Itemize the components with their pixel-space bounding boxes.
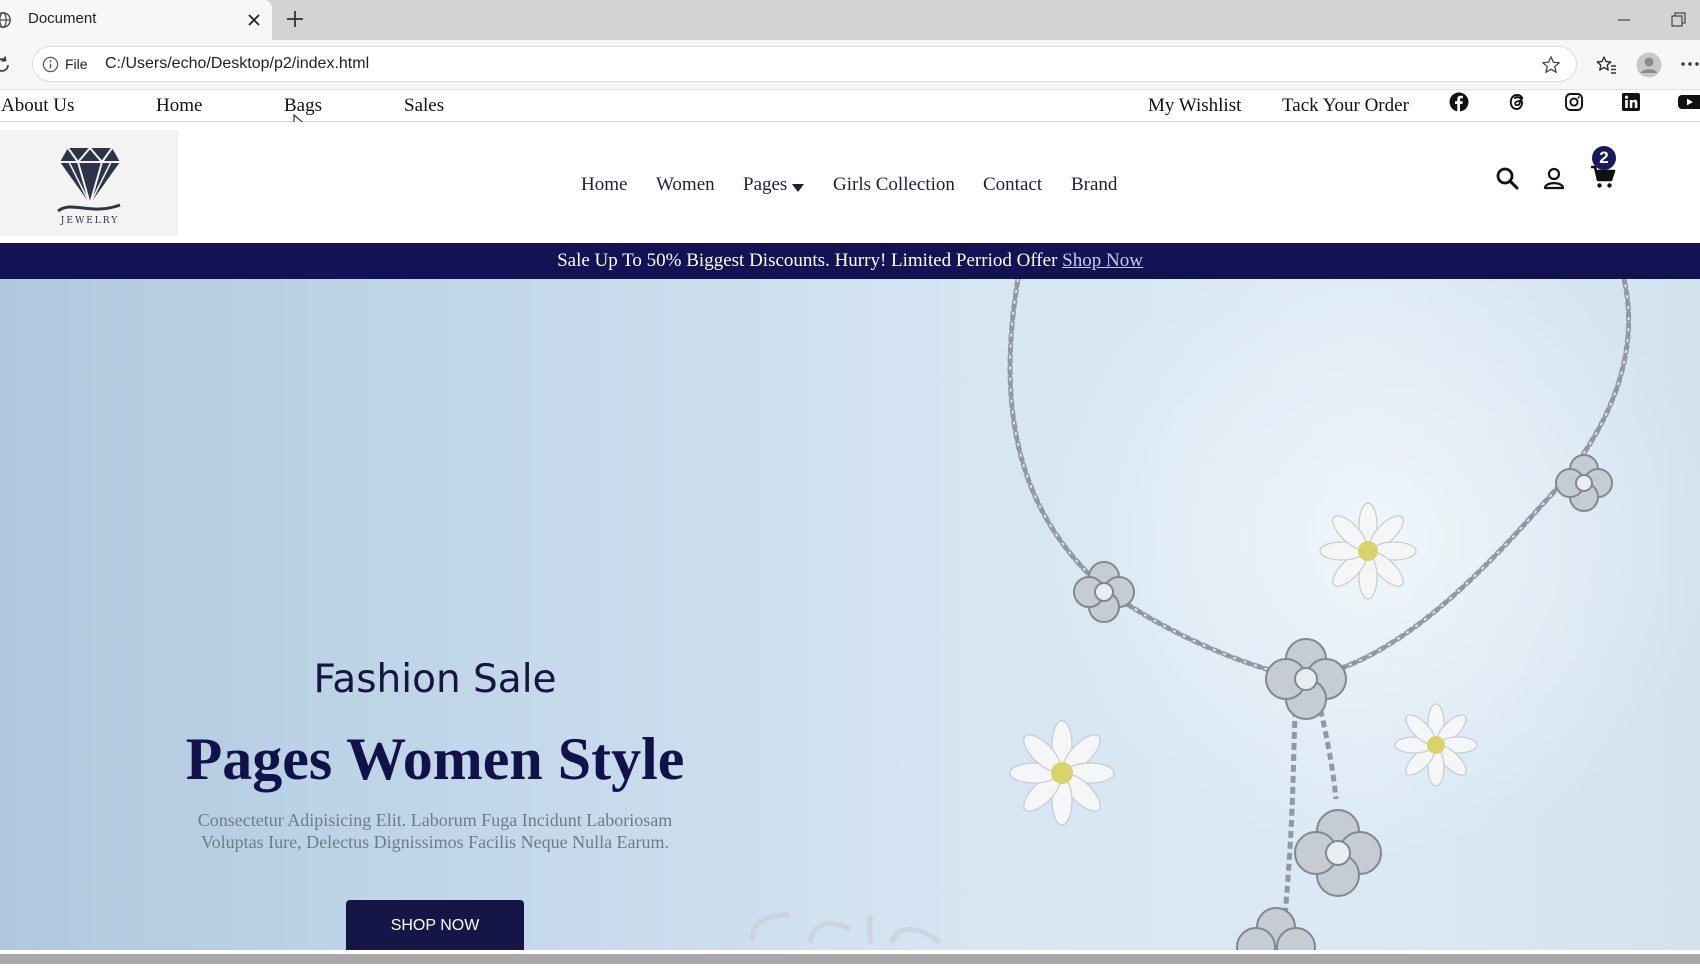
browser-tab[interactable]: Document [0,0,272,40]
topbar-link-wishlist[interactable]: My Wishlist [1148,95,1241,117]
address-prefix: File [65,56,88,72]
logo-swoosh-icon [57,203,121,213]
nav-brand[interactable]: Brand [1071,174,1117,196]
new-tab-icon[interactable] [284,8,306,30]
facebook-icon[interactable] [1449,92,1469,112]
topbar-link-home[interactable]: Home [156,95,202,117]
promo-shop-now-link[interactable]: Shop Now [1062,250,1143,271]
user-icon[interactable] [1542,166,1566,190]
restore-icon[interactable] [1668,10,1688,30]
url-text[interactable]: C:/Users/echo/Desktop/p2/index.html [105,55,369,73]
favorites-icon[interactable] [1594,53,1618,77]
nav-contact[interactable]: Contact [983,174,1042,196]
browser-toolbar: File C:/Users/echo/Desktop/p2/index.html [0,40,1700,90]
profile-icon[interactable] [1636,52,1662,78]
caret-down-icon[interactable] [792,184,804,192]
info-icon[interactable] [42,56,59,73]
promo-banner: Sale Up To 50% Biggest Discounts. Hurry!… [0,243,1700,279]
globe-icon [0,12,11,28]
nav-pages[interactable]: Pages [743,174,787,196]
logo-text: JEWELRY [60,216,120,226]
hero-kicker: Fashion Sale [313,657,557,702]
hero-description: Consectetur Adipisicing Elit. Laborum Fu… [197,810,673,852]
tab-title: Document [28,10,97,27]
search-icon[interactable] [1495,166,1519,190]
browser-tabstrip: Document [0,0,1700,40]
diamond-logo-icon [60,146,120,208]
reload-icon[interactable] [0,55,12,75]
horizontal-scrollbar[interactable] [0,954,1700,964]
nav-home[interactable]: Home [581,174,627,196]
address-bar[interactable]: File C:/Users/echo/Desktop/p2/index.html [32,46,1577,82]
threads-icon[interactable] [1507,92,1527,112]
shop-now-button[interactable]: SHOP NOW [346,900,524,950]
hero-section: Fashion Sale Pages Women Style Consectet… [0,279,1700,950]
hero-title: Pages Women Style [185,726,685,792]
nav-women[interactable]: Women [656,174,715,196]
star-icon[interactable] [1540,54,1562,76]
site-logo[interactable]: JEWELRY [0,130,178,236]
more-icon[interactable] [1680,60,1700,68]
site-topbar: About Us Home Bags Sales My Wishlist Tac… [0,90,1700,133]
topbar-link-sales[interactable]: Sales [404,95,444,117]
nav-girls-collection[interactable]: Girls Collection [833,174,955,196]
minimize-icon[interactable] [1614,10,1634,30]
topbar-link-track-order[interactable]: Tack Your Order [1282,95,1409,117]
close-icon[interactable] [244,10,264,30]
cart-count-badge: 2 [1592,146,1616,170]
instagram-icon[interactable] [1564,92,1584,112]
youtube-icon[interactable] [1678,92,1700,112]
linkedin-icon[interactable] [1621,92,1641,112]
topbar-link-about[interactable]: About Us [1,95,74,117]
site-header: JEWELRY Home Women Pages Girls Collectio… [0,122,1700,243]
promo-text: Sale Up To 50% Biggest Discounts. Hurry!… [557,250,1063,271]
